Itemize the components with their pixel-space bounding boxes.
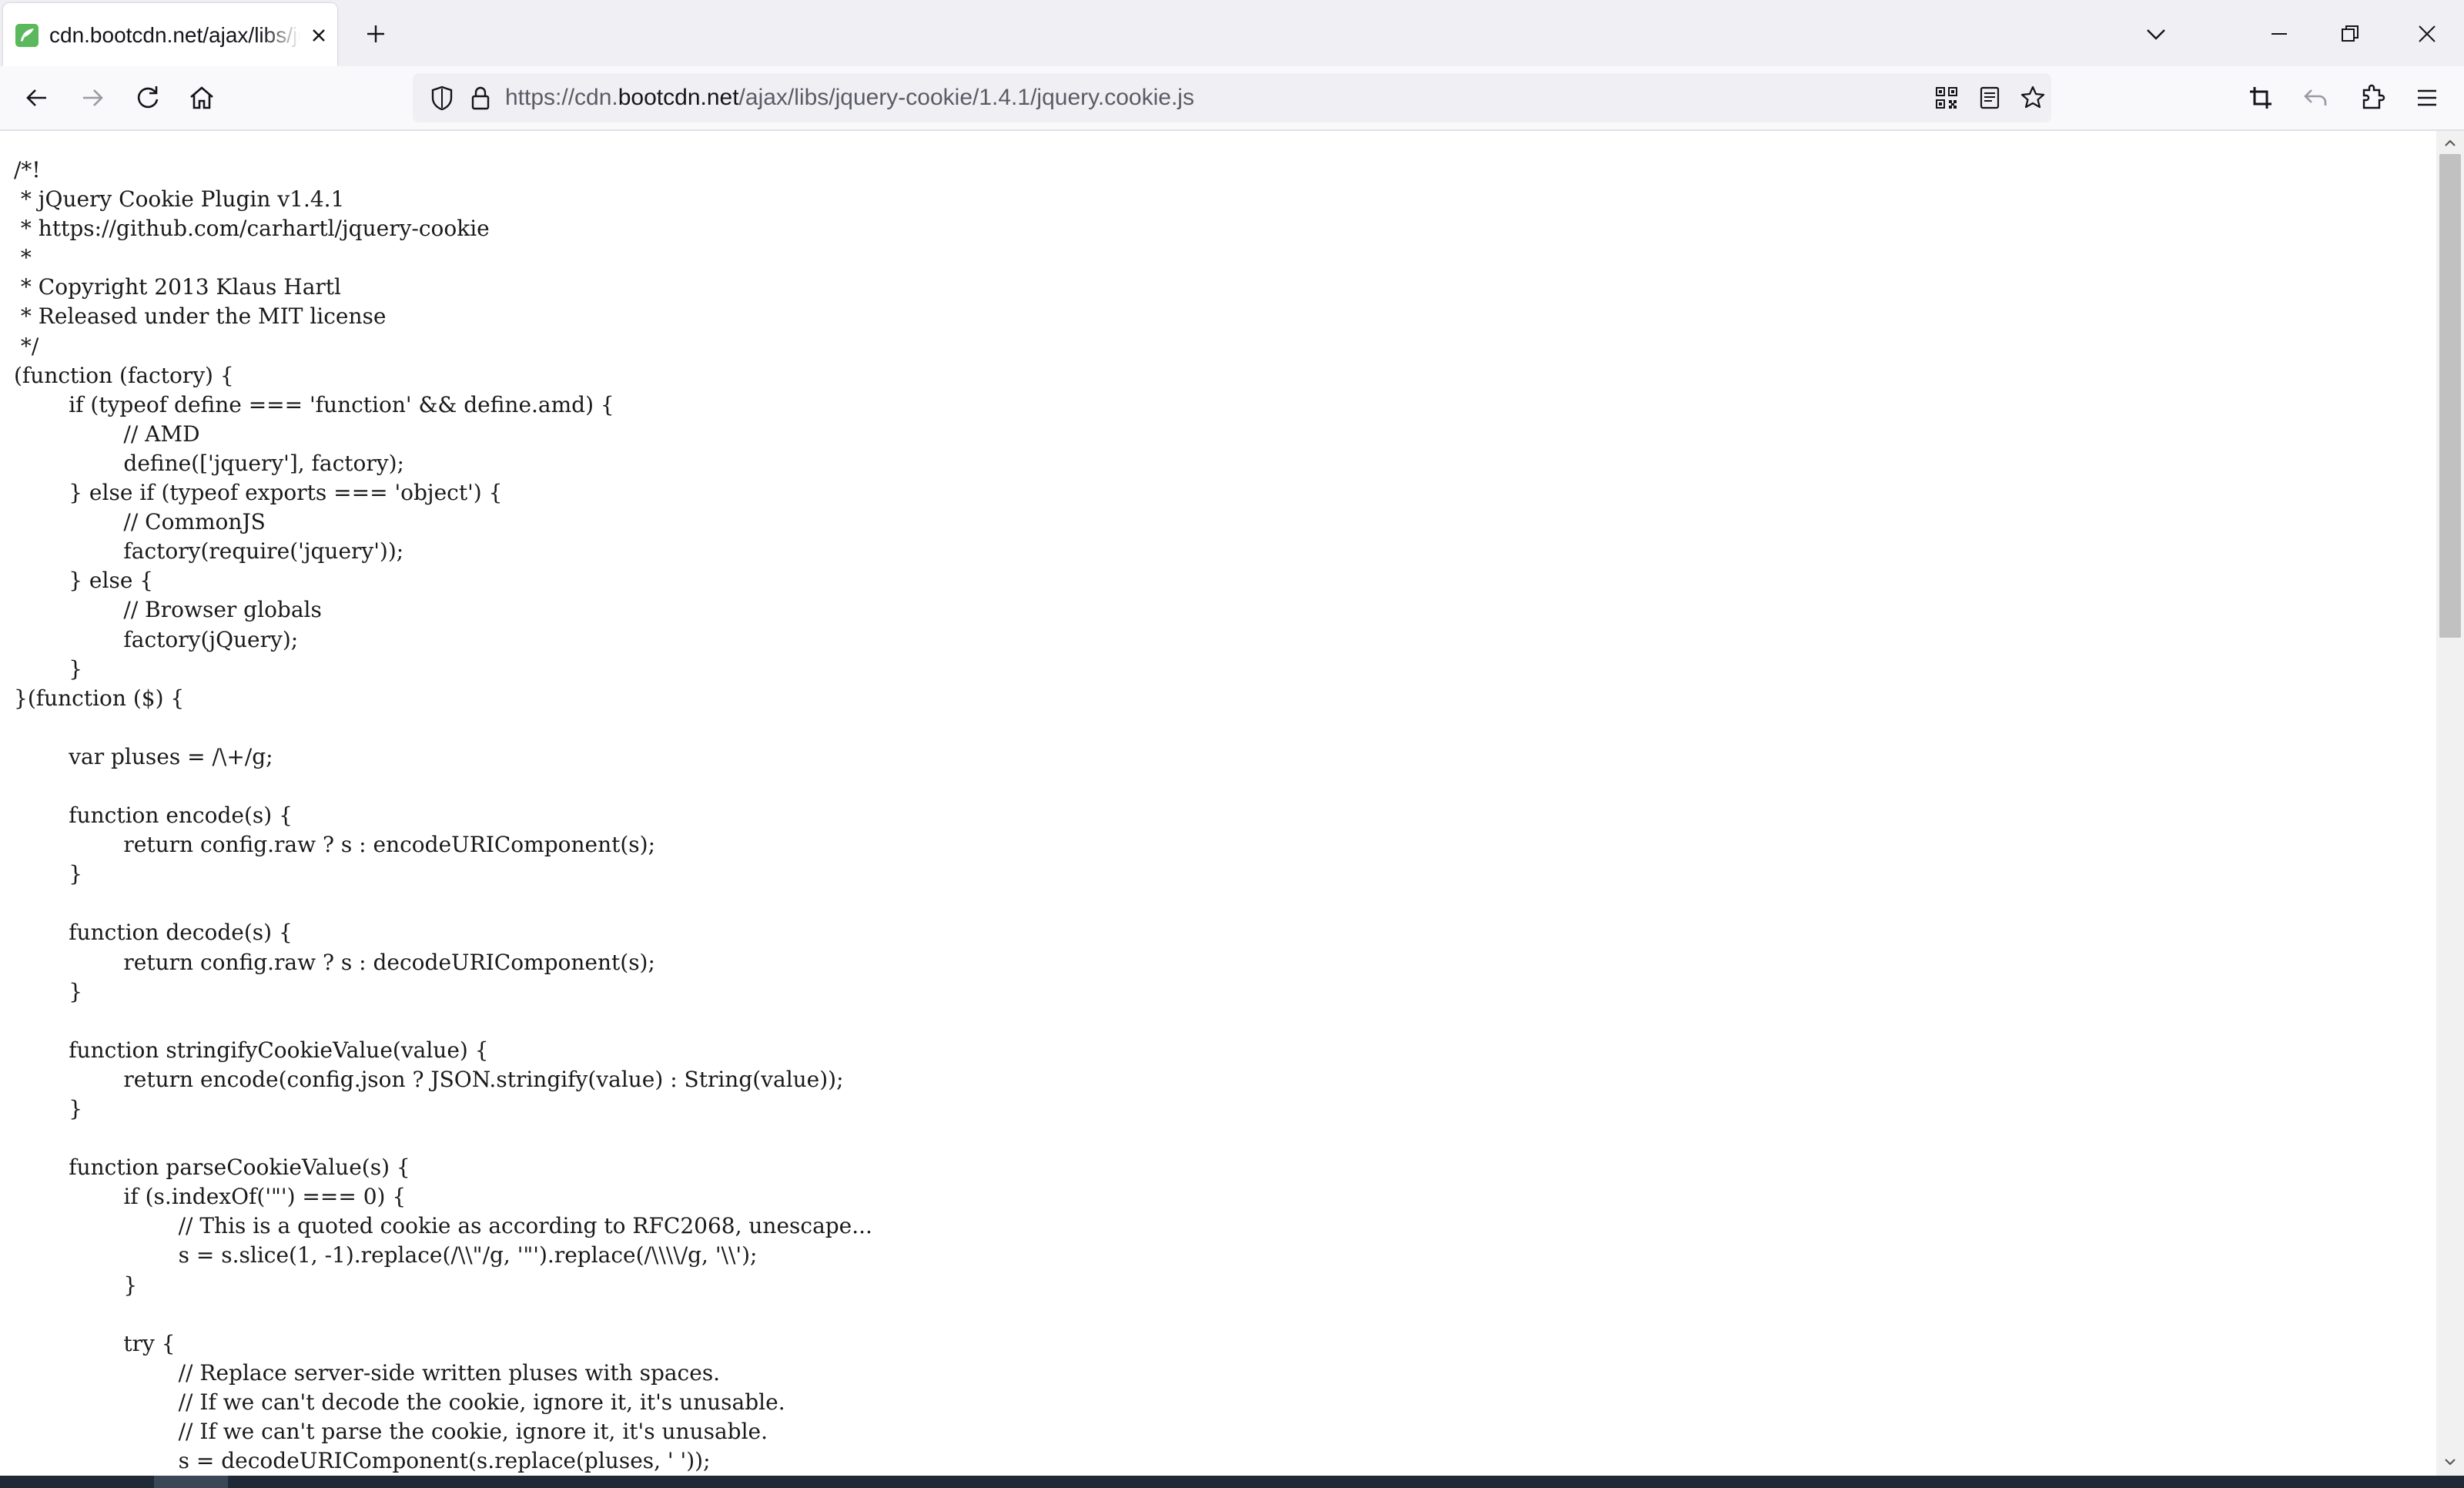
close-tab-icon[interactable]: [306, 23, 331, 48]
reload-icon: [137, 86, 159, 109]
undo-button[interactable]: [2298, 79, 2335, 116]
url-host: bootcdn.net: [618, 85, 739, 110]
reader-view-icon: [1980, 86, 2000, 109]
tracking-protection-button[interactable]: [425, 81, 459, 115]
forward-button[interactable]: [74, 79, 111, 116]
new-tab-icon[interactable]: [359, 17, 393, 51]
bootcdn-favicon-icon: [15, 24, 38, 47]
extensions-icon: [2362, 84, 2385, 109]
restore-icon[interactable]: [2333, 17, 2367, 51]
taskbar-active-item: [154, 1476, 228, 1488]
scrollbar-thumb[interactable]: [2439, 154, 2461, 638]
back-button[interactable]: [18, 79, 55, 116]
undo-icon: [2304, 89, 2327, 106]
active-tab[interactable]: cdn.bootcdn.net/ajax/libs/jquery-cookie/…: [3, 3, 337, 66]
back-arrow-icon: [26, 89, 46, 106]
site-info-button[interactable]: [464, 81, 497, 115]
scroll-up-arrow-icon[interactable]: [2442, 136, 2458, 151]
shield-icon: [431, 85, 453, 111]
star-icon: [2020, 85, 2045, 109]
tab-strip: cdn.bootcdn.net/ajax/libs/jquery-cookie/…: [0, 0, 2464, 66]
qr-code-icon: [1936, 87, 1957, 109]
vertical-scrollbar[interactable]: [2436, 131, 2464, 1476]
url-bar[interactable]: https://cdn.bootcdn.net/ajax/libs/jquery…: [413, 73, 2051, 122]
taskbar-edge: [0, 1476, 2464, 1488]
url-text[interactable]: https://cdn.bootcdn.net/ajax/libs/jquery…: [505, 73, 1194, 122]
navigation-toolbar: https://cdn.bootcdn.net/ajax/libs/jquery…: [0, 66, 2464, 131]
minimize-icon[interactable]: [2262, 17, 2296, 51]
screenshot-button[interactable]: [2242, 79, 2279, 116]
tab-title: cdn.bootcdn.net/ajax/libs/jquery-cookie/…: [49, 23, 300, 47]
source-code-text: /*! * jQuery Cookie Plugin v1.4.1 * http…: [14, 157, 872, 1474]
reader-view-button[interactable]: [1973, 81, 2007, 115]
page-content: /*! * jQuery Cookie Plugin v1.4.1 * http…: [0, 131, 2436, 1476]
url-path: /ajax/libs/jquery-cookie/1.4.1/jquery.co…: [738, 85, 1194, 110]
close-window-icon[interactable]: [2410, 17, 2444, 51]
reload-button[interactable]: [129, 79, 166, 116]
app-menu-button[interactable]: [2409, 79, 2446, 116]
chevron-down-icon[interactable]: [2139, 17, 2173, 51]
crop-icon: [2250, 87, 2272, 109]
scroll-down-arrow-icon[interactable]: [2442, 1454, 2458, 1470]
forward-arrow-icon: [83, 89, 103, 106]
url-scheme: https://cdn.: [505, 85, 618, 110]
menu-icon: [2418, 89, 2436, 106]
qr-code-button[interactable]: [1930, 81, 1964, 115]
home-button[interactable]: [183, 79, 220, 116]
lock-icon: [471, 86, 490, 110]
bookmark-button[interactable]: [2016, 81, 2050, 115]
home-icon: [190, 86, 213, 109]
extensions-button[interactable]: [2353, 79, 2390, 116]
